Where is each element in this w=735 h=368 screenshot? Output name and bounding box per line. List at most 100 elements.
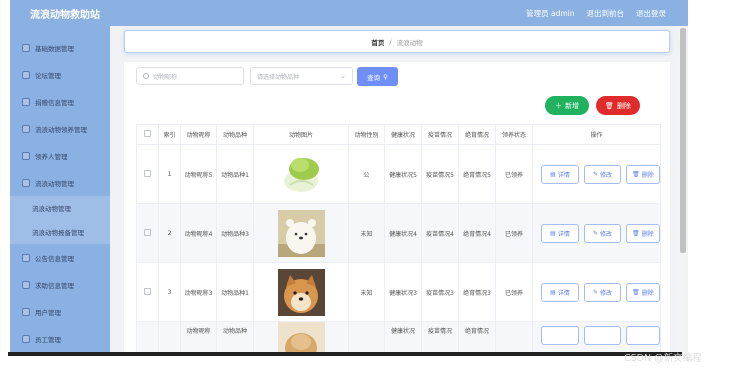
add-button[interactable]: ＋ 新增 — [545, 96, 589, 115]
top-bar: 流浪动物救助站 管理员 admin 退出到前台 退出登录 — [10, 0, 688, 26]
cabbage-photo[interactable] — [277, 150, 325, 198]
sidebar-item-forum[interactable]: 论坛管理 — [10, 61, 110, 88]
notice-icon — [22, 253, 30, 262]
row-select[interactable] — [136, 262, 159, 322]
users-icon — [22, 307, 30, 316]
sidebar-item-label: 领养人管理 — [35, 152, 68, 161]
sidebar-item-staff[interactable]: 员工管理 — [10, 325, 110, 352]
header-image: 动物图片 — [253, 124, 349, 145]
row-delete-button[interactable] — [626, 326, 660, 345]
sidebar-item-users[interactable]: 用户管理 — [10, 298, 110, 325]
header-operations: 操作 — [532, 124, 661, 145]
scrollbar-thumb[interactable] — [680, 28, 686, 253]
select-all-checkbox[interactable] — [144, 130, 151, 137]
cell-operations: ▤ 详情 ✎ 修改 🗑 删除 — [532, 144, 661, 204]
row-select[interactable] — [136, 144, 159, 204]
forum-icon — [22, 70, 30, 79]
table-row: 2 动物昵称4 动物品种3 未知 健康状况4 疫苗情况4 绝育情况4 已领养 ▤… — [136, 203, 661, 263]
edit-button[interactable]: ✎ 修改 — [584, 223, 621, 243]
shiba-dog-photo[interactable] — [277, 268, 325, 316]
detail-button[interactable] — [541, 326, 579, 345]
row-select[interactable] — [136, 321, 159, 355]
trash-icon: 🗑 — [632, 170, 640, 178]
detail-button[interactable]: ▤ 详情 — [541, 223, 579, 243]
cell-name: 动物昵称 — [180, 321, 217, 355]
header-breed: 动物品种 — [216, 124, 254, 145]
sidebar-subitem-animal-report[interactable]: 流浪动物报备管理 — [10, 220, 110, 244]
breadcrumb-home[interactable]: 首页 — [371, 37, 384, 47]
app-window: 流浪动物救助站 管理员 admin 退出到前台 退出登录 基础数据管理 论坛管理… — [10, 0, 688, 355]
query-button[interactable]: 查询 ⚲ — [357, 67, 398, 86]
breadcrumb-separator: / — [389, 37, 392, 46]
edit-icon: ✎ — [592, 288, 598, 296]
cell-name: 动物昵称3 — [180, 262, 217, 322]
admin-label: 管理员 admin — [526, 9, 575, 18]
sidebar-item-animals[interactable]: 流浪动物管理 — [10, 169, 110, 196]
logout-link[interactable]: 退出登录 — [636, 8, 666, 19]
sidebar-subitem-animals[interactable]: 流浪动物管理 — [10, 196, 110, 220]
query-button-label: 查询 — [367, 73, 381, 82]
header-index: 索引 — [158, 124, 181, 145]
edit-button[interactable] — [584, 326, 621, 345]
cell-sterile: 绝育情况3 — [458, 262, 496, 322]
cell-image — [253, 262, 349, 322]
sidebar-item-help[interactable]: 求助信息管理 — [10, 271, 110, 298]
delete-button[interactable]: 🗑 删除 — [596, 96, 640, 115]
cell-operations: ▤ 详情 ✎ 修改 🗑 删除 — [532, 262, 661, 322]
trash-icon: 🗑 — [632, 229, 640, 237]
help-icon — [22, 280, 30, 289]
edit-button[interactable]: ✎ 修改 — [584, 282, 621, 302]
search-icon — [143, 73, 149, 79]
animal-table: 索引 动物昵称 动物品种 动物图片 动物性别 健康状况 疫苗情况 绝育情况 领养… — [136, 124, 661, 355]
cell-vaccine: 疫苗情况 — [421, 321, 459, 355]
sidebar-item-basic-data[interactable]: 基础数据管理 — [10, 34, 110, 61]
cell-sterile: 绝育情况5 — [458, 144, 496, 204]
row-checkbox[interactable] — [144, 228, 151, 236]
animal-icon — [22, 178, 30, 187]
cell-image — [253, 321, 349, 355]
breadcrumb-current: 流浪动物 — [396, 38, 423, 47]
row-delete-button[interactable]: 🗑 删除 — [626, 282, 660, 302]
header-health: 健康状况 — [384, 124, 422, 145]
cell-sterile: 绝育情况 — [458, 321, 496, 355]
search-icon: ⚲ — [383, 72, 388, 81]
row-checkbox[interactable] — [144, 169, 151, 177]
document-icon: ▤ — [550, 229, 556, 237]
detail-button-label: 详情 — [557, 230, 570, 238]
cell-health: 健康状况5 — [384, 144, 422, 204]
row-select[interactable] — [136, 203, 159, 263]
adoption-icon — [22, 124, 30, 133]
sidebar-item-adoption[interactable]: 流浪动物领养管理 — [10, 115, 110, 142]
sidebar-item-label: 捐赠信息管理 — [35, 98, 74, 107]
sidebar-item-adopter[interactable]: 领养人管理 — [10, 142, 110, 169]
sidebar-subitem-label: 流浪动物报备管理 — [32, 229, 84, 237]
row-checkbox[interactable] — [144, 287, 151, 295]
detail-button[interactable]: ▤ 详情 — [541, 164, 579, 184]
exit-to-frontend-link[interactable]: 退出到前台 — [587, 8, 625, 19]
cell-name: 动物昵称5 — [180, 144, 217, 204]
cell-gender: 未知 — [348, 203, 385, 263]
document-icon: ▤ — [550, 288, 556, 296]
edit-button[interactable]: ✎ 修改 — [584, 164, 621, 184]
sidebar-item-donation[interactable]: 捐赠信息管理 — [10, 88, 110, 115]
table-row: 1 动物昵称5 动物品种1 公 健康状况5 疫苗情况5 绝育情况5 已领养 ▤ … — [136, 144, 661, 204]
row-delete-button[interactable]: 🗑 删除 — [626, 223, 660, 243]
white-bear-photo[interactable] — [277, 209, 325, 257]
header-select-all[interactable] — [136, 124, 159, 145]
cell-breed: 动物品种1 — [216, 144, 254, 204]
cell-gender — [348, 321, 385, 355]
breadcrumb: 首页 / 流浪动物 — [124, 30, 670, 53]
cell-health: 健康状况 — [384, 321, 422, 355]
detail-button-label: 详情 — [557, 289, 570, 297]
brand-title: 流浪动物救助站 — [30, 10, 100, 21]
cell-image — [253, 144, 349, 204]
edit-button-label: 修改 — [600, 230, 613, 238]
name-search-input[interactable]: 动物昵称 — [136, 67, 244, 85]
plus-icon: ＋ — [555, 101, 562, 110]
puppy-photo[interactable] — [277, 322, 325, 355]
breed-select[interactable]: 请选择动物品种 ⌄ — [250, 67, 353, 85]
sidebar-item-notice[interactable]: 公告信息管理 — [10, 244, 110, 271]
detail-button[interactable]: ▤ 详情 — [541, 282, 579, 302]
row-delete-button[interactable]: 🗑 删除 — [626, 164, 660, 184]
cell-vaccine: 疫苗情况4 — [421, 203, 459, 263]
